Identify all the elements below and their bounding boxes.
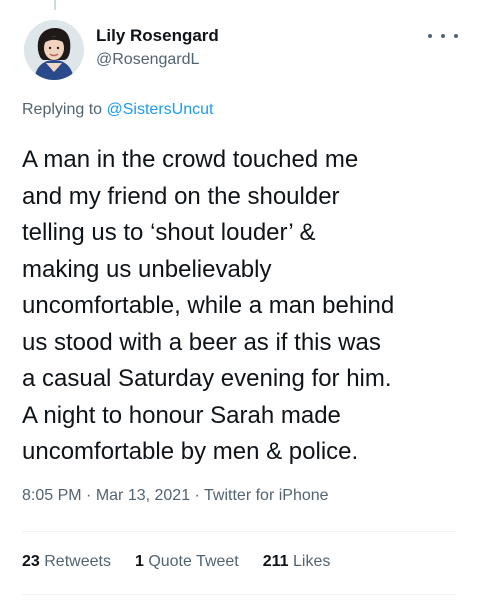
tweet-text-line: A night to honour Sarah made bbox=[22, 401, 341, 429]
tweet-meta: 8:05 PM · Mar 13, 2021 · Twitter for iPh… bbox=[22, 487, 329, 505]
divider bbox=[22, 531, 457, 532]
meta-separator: · bbox=[81, 487, 96, 504]
tweet-source[interactable]: Twitter for iPhone bbox=[204, 487, 329, 504]
quote-tweets-count: 1 bbox=[134, 553, 144, 570]
author-name[interactable]: Lily Rosengard bbox=[96, 26, 219, 46]
avatar-photo bbox=[24, 20, 84, 80]
divider bbox=[22, 594, 457, 595]
tweet-text-line: making us unbelievably bbox=[22, 255, 272, 283]
tweet-text-line: uncomfortable by men & police. bbox=[22, 438, 359, 465]
tweet-time[interactable]: 8:05 PM bbox=[22, 487, 82, 504]
more-dot bbox=[441, 34, 445, 38]
retweets-stat[interactable]: 23 Retweets bbox=[22, 553, 111, 571]
likes-count: 211 bbox=[262, 553, 289, 570]
tweet-date[interactable]: Mar 13, 2021 bbox=[96, 487, 190, 504]
more-horizontal-icon[interactable] bbox=[428, 26, 458, 46]
quote-tweets-stat[interactable]: 1 Quote Tweet bbox=[135, 553, 239, 571]
replying-prefix: Replying to bbox=[22, 101, 107, 118]
avatar[interactable] bbox=[24, 20, 84, 80]
thread-connector-line bbox=[54, 0, 56, 10]
tweet-text-line: A man in the crowd touched me bbox=[22, 146, 359, 173]
tweet-text-line: a casual Saturday evening for him. bbox=[22, 365, 392, 392]
reply-mention-link[interactable]: @SistersUncut bbox=[107, 101, 214, 118]
meta-separator: · bbox=[190, 487, 205, 504]
retweets-count: 23 bbox=[22, 553, 40, 570]
tweet-text-line: telling us to ‘shout louder’ & bbox=[22, 219, 316, 246]
more-dot bbox=[454, 34, 458, 38]
author-handle[interactable]: @RosengardL bbox=[96, 51, 199, 69]
quote-tweets-label: Quote Tweet bbox=[148, 553, 239, 570]
tweet-text-line: uncomfortable, while a man behind bbox=[22, 292, 395, 319]
tweet-detail: Lily Rosengard @RosengardL Replying to @… bbox=[0, 0, 479, 600]
likes-label: Likes bbox=[293, 553, 331, 570]
tweet-text-line: us stood with a beer as if this was bbox=[22, 328, 381, 356]
retweets-label: Retweets bbox=[44, 553, 111, 570]
likes-stat[interactable]: 211 Likes bbox=[263, 553, 331, 571]
engagement-stats: 23 Retweets 1 Quote Tweet 211 Likes bbox=[22, 553, 330, 571]
tweet-text: A man in the crowd touched me and my fri… bbox=[22, 142, 467, 471]
replying-to: Replying to @SistersUncut bbox=[22, 101, 213, 119]
tweet-text-line: and my friend on the shoulder bbox=[22, 182, 340, 210]
more-dot bbox=[428, 34, 432, 38]
